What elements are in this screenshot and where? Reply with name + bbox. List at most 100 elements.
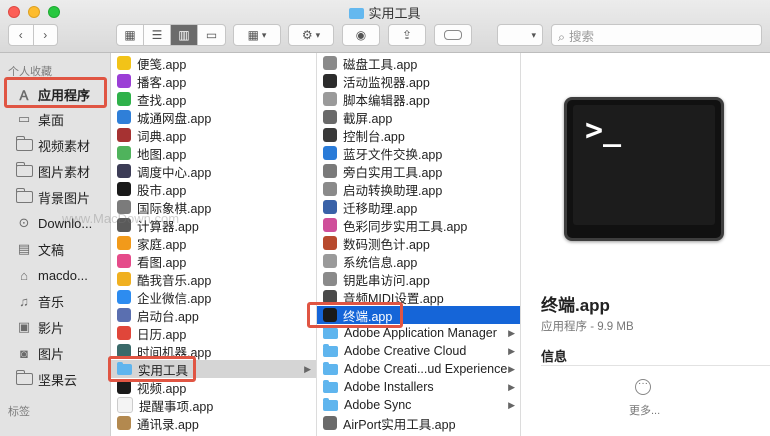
app-row[interactable]: 蓝牙文件交换.app <box>317 144 520 162</box>
sidebar-item[interactable]: ▣ 影片 <box>0 315 110 339</box>
action-button[interactable]: ⚙ ▾ <box>288 24 334 46</box>
folder-icon <box>15 188 33 204</box>
sidebar-item[interactable]: 背景图片 <box>0 185 110 209</box>
app-icon <box>117 74 131 88</box>
app-row[interactable]: 播客.app <box>111 72 316 90</box>
app-icon <box>117 308 131 322</box>
app-icon <box>323 416 337 430</box>
app-row[interactable]: 截屏.app <box>317 108 520 126</box>
forward-button[interactable]: › <box>34 25 58 45</box>
app-row[interactable]: 企业微信.app <box>111 288 316 306</box>
app-row[interactable]: 家庭.app <box>111 234 316 252</box>
sidebar-item[interactable]: ◙ 图片 <box>0 341 110 365</box>
app-row[interactable]: 看图.app <box>111 252 316 270</box>
folder-icon <box>349 8 365 19</box>
row-label: 迁移助理.app <box>343 201 418 216</box>
app-row[interactable]: 磁盘工具.app <box>317 54 520 72</box>
gear-icon: ⚙ <box>301 28 313 42</box>
share-icon: ⇪ <box>401 28 413 42</box>
row-label: 数码测色计.app <box>343 237 430 252</box>
more-icon[interactable]: ··· <box>635 379 651 395</box>
app-icon <box>323 218 337 232</box>
sidebar-item[interactable]: ▭ 桌面 <box>0 107 110 131</box>
finder-window: 实用工具 ‹ › ▦ ☰ ▥ ▭ ▦ ▾ ⚙ ▾ ◉ ⇪ ▾ ⌕ 搜索 个人收藏… <box>0 0 770 436</box>
app-row[interactable]: AirPort实用工具.app <box>317 414 520 432</box>
row-label: 日历.app <box>137 327 187 342</box>
chevron-down-icon: ▾ <box>531 29 536 40</box>
app-row[interactable]: 启动台.app <box>111 306 316 324</box>
app-row[interactable]: 启动转换助理.app <box>317 180 520 198</box>
app-row[interactable]: 股市.app <box>111 180 316 198</box>
group-button[interactable]: ▦ ▾ <box>233 24 281 46</box>
sidebar-item-label: 音乐 <box>38 294 65 310</box>
app-row[interactable]: 通讯录.app <box>111 414 316 432</box>
app-row[interactable]: 调度中心.app <box>111 162 316 180</box>
tags-header: 标签 <box>8 406 30 418</box>
row-label: 城通网盘.app <box>137 111 212 126</box>
row-label: Adobe Sync <box>344 398 412 412</box>
sidebar-item[interactable]: ▤ 文稿 <box>0 237 110 261</box>
gallery-view-button[interactable]: ▭ <box>198 25 225 45</box>
more-link[interactable]: 更多... <box>629 402 660 418</box>
list-view-button[interactable]: ☰ <box>144 25 171 45</box>
column-view-button[interactable]: ▥ <box>171 25 198 45</box>
sidebar: 个人收藏 Ａ 应用程序 ▭ 桌面 视频素材 图片素材 背景图片 ⊙ Downlo... ▤ 文稿 ⌂ m… <box>0 53 111 436</box>
search-field[interactable]: ⌕ 搜索 <box>551 24 762 46</box>
app-row[interactable]: 脚本编辑器.app <box>317 90 520 108</box>
app-row[interactable]: 地图.app <box>111 144 316 162</box>
app-row[interactable]: 钥匙串访问.app <box>317 270 520 288</box>
app-row[interactable]: 活动监视器.app <box>317 72 520 90</box>
sidebar-item[interactable]: ♫ 音乐 <box>0 289 110 313</box>
folder-row[interactable]: Adobe Installers ▶ <box>317 378 520 396</box>
sidebar-item-label: 坚果云 <box>38 372 78 388</box>
app-row[interactable]: 迁移助理.app <box>317 198 520 216</box>
app-icon <box>323 56 337 70</box>
share-button[interactable]: ⇪ <box>388 24 426 46</box>
row-label: Adobe Creative Cloud <box>344 344 467 358</box>
folder-icon <box>15 188 33 203</box>
app-row[interactable]: 数码测色计.app <box>317 234 520 252</box>
row-label: 通讯录.app <box>137 417 199 432</box>
row-label: 活动监视器.app <box>343 75 430 90</box>
folder-row[interactable]: Adobe Creati...ud Experience ▶ <box>317 360 520 378</box>
folder-icon <box>323 361 338 375</box>
tags-button[interactable] <box>434 24 472 46</box>
back-button[interactable]: ‹ <box>9 25 34 45</box>
app-row[interactable]: 查找.app <box>111 90 316 108</box>
app-row[interactable]: 提醒事项.app <box>111 396 316 414</box>
row-label: 截屏.app <box>343 111 393 126</box>
row-label: 播客.app <box>137 75 187 90</box>
row-label: 启动台.app <box>137 309 199 324</box>
sidebar-item[interactable]: 坚果云 <box>0 367 110 391</box>
app-icon <box>323 164 337 178</box>
sidebar-item[interactable]: 图片素材 <box>0 159 110 183</box>
folder-row[interactable]: Adobe Sync ▶ <box>317 396 520 414</box>
row-label: 看图.app <box>137 255 187 270</box>
eye-icon: ◉ <box>355 28 367 42</box>
watermark: www.MacDown.com <box>62 211 180 226</box>
folder-row[interactable]: Adobe Creative Cloud ▶ <box>317 342 520 360</box>
quick-look-button[interactable]: ◉ <box>342 24 380 46</box>
app-icon <box>323 74 337 88</box>
app-icon <box>117 110 131 124</box>
row-label: 磁盘工具.app <box>343 57 418 72</box>
app-icon <box>117 236 131 250</box>
row-label: 词典.app <box>137 129 187 144</box>
app-row[interactable]: 控制台.app <box>317 126 520 144</box>
icon-view-button[interactable]: ▦ <box>117 25 144 45</box>
app-row[interactable]: 城通网盘.app <box>111 108 316 126</box>
app-row[interactable]: 旁白实用工具.app <box>317 162 520 180</box>
app-row[interactable]: 酷我音乐.app <box>111 270 316 288</box>
view-mode-control: ▦ ☰ ▥ ▭ <box>116 24 226 46</box>
title-bar: 实用工具 ‹ › ▦ ☰ ▥ ▭ ▦ ▾ ⚙ ▾ ◉ ⇪ ▾ ⌕ 搜索 <box>0 0 770 53</box>
path-dropdown-button[interactable]: ▾ <box>497 24 543 46</box>
app-row[interactable]: 便笺.app <box>111 54 316 72</box>
app-row[interactable]: 词典.app <box>111 126 316 144</box>
sidebar-item[interactable]: 视频素材 <box>0 133 110 157</box>
app-row[interactable]: 日历.app <box>111 324 316 342</box>
chevron-right-icon: › <box>43 28 48 42</box>
app-row[interactable]: 色彩同步实用工具.app <box>317 216 520 234</box>
highlight-terminal-app <box>307 302 403 328</box>
app-row[interactable]: 系统信息.app <box>317 252 520 270</box>
sidebar-item[interactable]: ⌂ macdo... <box>0 263 110 287</box>
